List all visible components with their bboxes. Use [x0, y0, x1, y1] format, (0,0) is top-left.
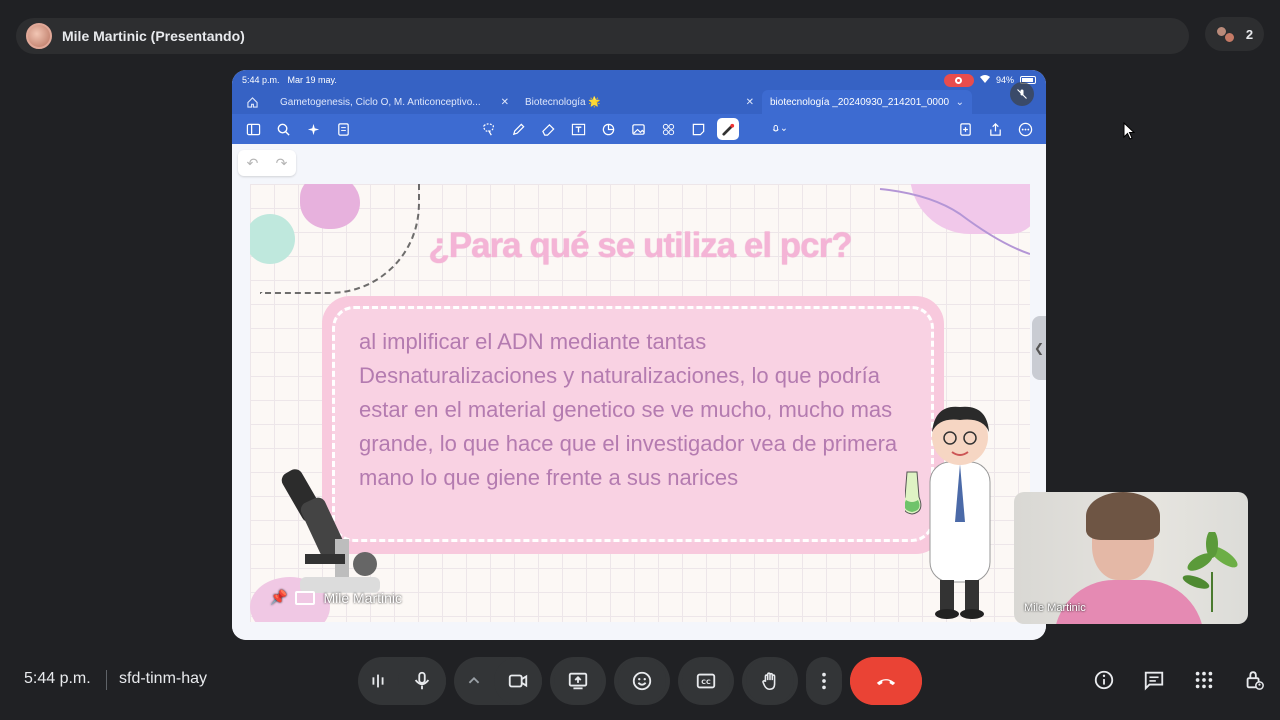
- more-icon[interactable]: [1014, 118, 1036, 140]
- lasso-select-icon[interactable]: [477, 118, 499, 140]
- close-icon[interactable]: ✕: [501, 97, 509, 108]
- document-tabs: Gametogenesis, Ciclo O, M. Anticonceptiv…: [232, 90, 1046, 114]
- wifi-icon: [979, 75, 990, 85]
- presenter-bar: Mile Martinic (Presentando): [16, 18, 1189, 54]
- chevron-up-icon[interactable]: [454, 657, 494, 705]
- svg-text:CC: CC: [701, 678, 711, 686]
- audio-control-group: [358, 657, 446, 705]
- redo-icon[interactable]: ↷: [276, 155, 288, 172]
- present-screen-group: [550, 657, 606, 705]
- laser-pointer-icon[interactable]: [717, 118, 739, 140]
- meeting-tools: [1092, 668, 1266, 692]
- add-page-icon[interactable]: [954, 118, 976, 140]
- divider: [106, 670, 107, 690]
- sticky-note-icon[interactable]: [687, 118, 709, 140]
- meeting-time: 5:44 p.m.: [24, 670, 91, 687]
- presenter-tile-name: Mile Martinic: [323, 589, 403, 606]
- ai-sparkle-icon[interactable]: [302, 118, 324, 140]
- elements-icon[interactable]: [657, 118, 679, 140]
- present-screen-button[interactable]: [554, 657, 602, 705]
- tablet-status-bar: 5:44 p.m. Mar 19 may. 94%: [232, 70, 1046, 90]
- more-options-button[interactable]: [806, 657, 842, 705]
- battery-percent: 94%: [995, 75, 1014, 85]
- microphone-icon[interactable]: [763, 118, 795, 140]
- shapes-icon[interactable]: [597, 118, 619, 140]
- share-icon[interactable]: [984, 118, 1006, 140]
- present-icon: [295, 590, 316, 605]
- emoji-reaction-button[interactable]: [618, 657, 666, 705]
- tablet-time: 5:44 p.m.: [242, 75, 280, 85]
- captions-group: CC: [678, 657, 734, 705]
- presenter-avatar: [26, 23, 52, 49]
- text-bubble: al implificar el ADN mediante tantas Des…: [322, 296, 944, 554]
- search-icon[interactable]: [272, 118, 294, 140]
- muted-mic-icon: [1010, 82, 1034, 106]
- undo-redo-controls: ↶ ↷: [238, 150, 296, 176]
- tab-biotecnologia[interactable]: Biotecnología 🌟 ✕: [517, 90, 762, 114]
- tab-label: Biotecnología 🌟: [525, 96, 601, 108]
- text-box-icon[interactable]: [567, 118, 589, 140]
- plant-background: [1182, 532, 1238, 612]
- home-icon: [246, 96, 258, 108]
- raise-hand-button[interactable]: [746, 657, 794, 705]
- slide-body-text: al implificar el ADN mediante tantas Des…: [359, 329, 898, 490]
- audio-level-icon[interactable]: [358, 657, 398, 705]
- notes-toolbar: [232, 114, 1046, 144]
- end-call-group: [850, 657, 922, 705]
- pen-icon[interactable]: [507, 118, 529, 140]
- microphone-button[interactable]: [398, 657, 446, 705]
- pin-icon[interactable]: 📌: [270, 589, 287, 606]
- activities-icon[interactable]: [1192, 668, 1216, 692]
- microscope-illustration: [281, 469, 380, 593]
- captions-button[interactable]: CC: [682, 657, 730, 705]
- presenter-label: Mile Martinic (Presentando): [62, 28, 245, 44]
- presenter-tile-label: 📌 Mile Martinic: [270, 589, 402, 606]
- shared-screen: 5:44 p.m. Mar 19 may. 94% Gametogenesis,…: [232, 70, 1046, 640]
- host-controls-icon[interactable]: [1242, 668, 1266, 692]
- scientist-illustration: [905, 406, 991, 619]
- slide-title: ¿Para qué se utiliza el pcr?: [428, 226, 852, 265]
- camera-button[interactable]: [494, 657, 542, 705]
- tab-gametogenesis[interactable]: Gametogenesis, Ciclo O, M. Anticonceptiv…: [272, 90, 517, 114]
- participants-button[interactable]: 2: [1205, 17, 1264, 51]
- participants-icon: [1215, 24, 1236, 44]
- tab-label: Gametogenesis, Ciclo O, M. Anticonceptiv…: [280, 96, 481, 108]
- slide: ¿Para qué se utiliza el pcr? al implific…: [250, 184, 1030, 622]
- chevron-down-icon[interactable]: ⌄: [956, 97, 964, 108]
- video-control-group: [454, 657, 542, 705]
- eraser-icon[interactable]: [537, 118, 559, 140]
- self-view-name: Mile Martinic: [1024, 602, 1086, 614]
- mouse-cursor-icon: [1123, 122, 1135, 140]
- tab-biotecnologia-file[interactable]: biotecnología _20240930_214201_0000 ⌄: [762, 90, 972, 114]
- chevron-left-icon: ❮: [1033, 341, 1045, 355]
- person-hair: [1086, 492, 1160, 540]
- meeting-info-icon[interactable]: [1092, 668, 1116, 692]
- undo-icon[interactable]: ↶: [247, 155, 259, 172]
- sidebar-toggle-icon[interactable]: [242, 118, 264, 140]
- note-canvas: ↶ ↷ ¿Para qué se utiliza el pcr? al impl…: [232, 144, 1046, 640]
- tab-label: biotecnología _20240930_214201_0000: [770, 96, 950, 108]
- tablet-date: Mar 19 may.: [287, 75, 337, 85]
- side-panel-handle[interactable]: ❮: [1032, 316, 1046, 380]
- raise-hand-group: [742, 657, 798, 705]
- end-call-button[interactable]: [850, 657, 922, 705]
- image-icon[interactable]: [627, 118, 649, 140]
- participant-count: 2: [1245, 26, 1254, 42]
- more-options-group: [806, 657, 842, 705]
- call-controls-bar: 5:44 p.m. sfd-tinm-hay CC: [0, 650, 1280, 710]
- document-icon[interactable]: [332, 118, 354, 140]
- chat-icon[interactable]: [1142, 668, 1166, 692]
- close-icon[interactable]: ✕: [746, 97, 754, 108]
- screen-record-icon: [943, 73, 974, 87]
- home-tab[interactable]: [232, 90, 272, 114]
- self-view-tile[interactable]: Mile Martinic: [1014, 492, 1248, 624]
- meeting-code: sfd-tinm-hay: [119, 670, 208, 687]
- reactions-group: [614, 657, 670, 705]
